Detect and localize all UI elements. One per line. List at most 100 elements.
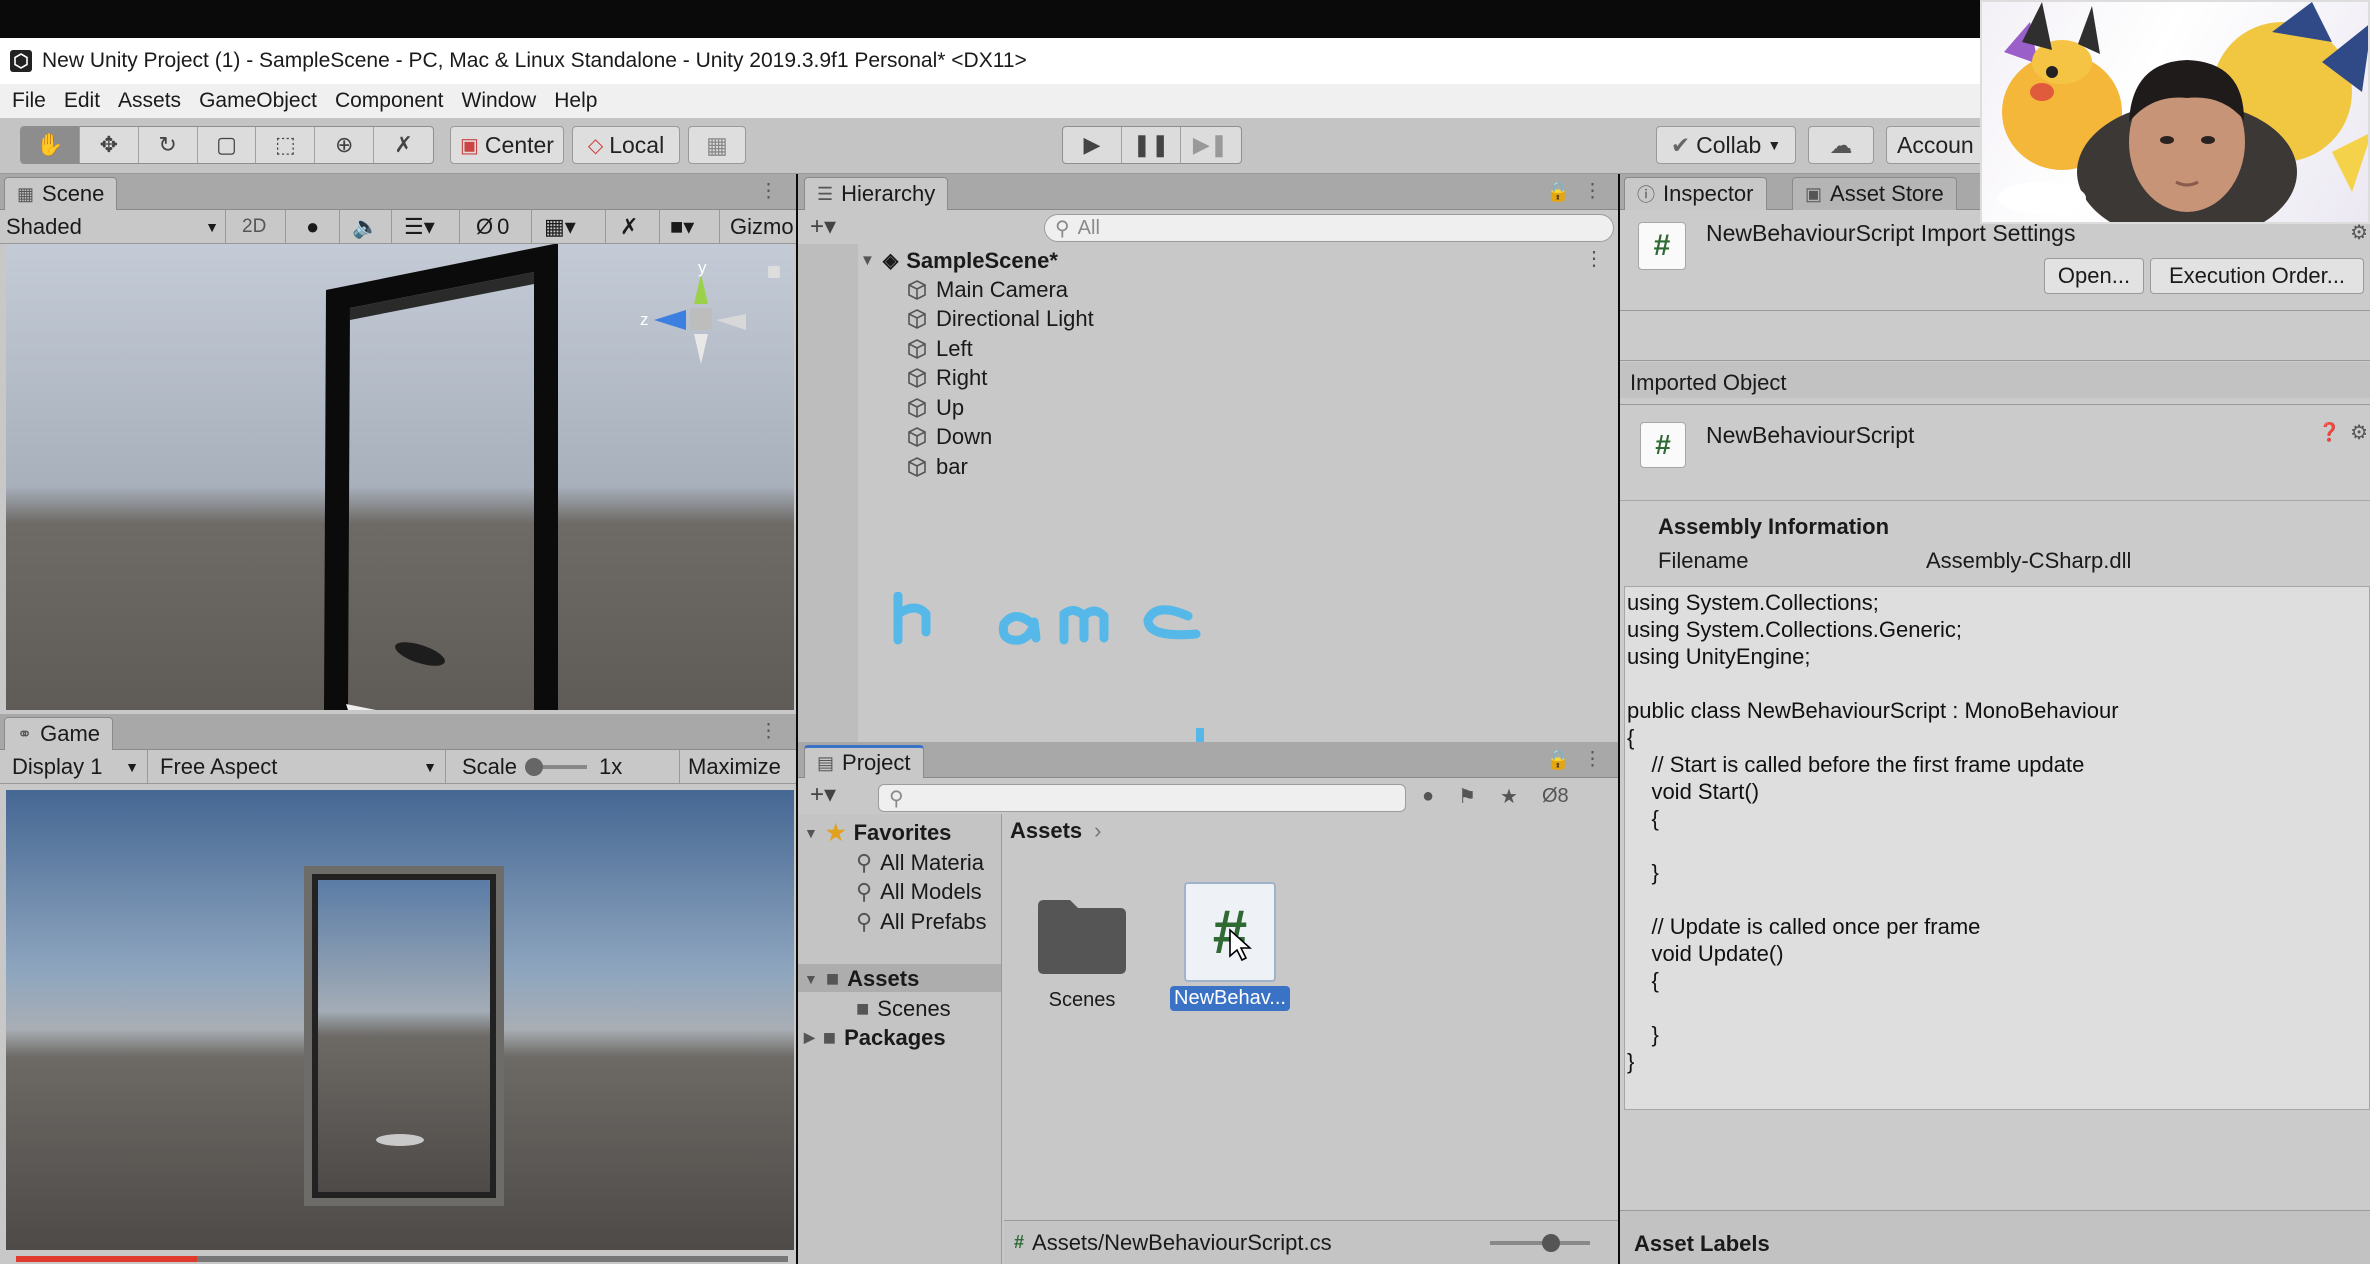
tools-icon[interactable]: ✗ (614, 210, 660, 243)
scene-gizmo[interactable]: y z (640, 258, 756, 384)
lighting-icon[interactable]: ● (300, 210, 340, 243)
lock-icon[interactable] (768, 266, 780, 278)
project-menu-icon[interactable]: ⋮ (1583, 748, 1602, 771)
scene-panel-menu-icon[interactable]: ⋮ (759, 180, 778, 203)
folder-icon: ▤ (817, 752, 835, 773)
gameobject-cube-icon (906, 397, 928, 419)
hierarchy-item-main-camera[interactable]: Main Camera (906, 275, 1068, 304)
effects-icon[interactable]: ☰▾ (398, 210, 460, 243)
transform-tool-icon[interactable]: ⊕ (315, 127, 375, 163)
filter-type-icon[interactable]: ● (1422, 785, 1434, 808)
favorite-all-materials[interactable]: ⚲ All Materia (856, 848, 984, 877)
breadcrumb-assets[interactable]: Assets (1010, 818, 1082, 844)
lock-icon[interactable]: 🔒 (1546, 748, 1570, 772)
collab-button[interactable]: ✔ Collab ▼ (1656, 126, 1796, 164)
display-dropdown[interactable]: Display 1 ▼ (0, 750, 148, 783)
menu-window[interactable]: Window (462, 89, 537, 113)
tab-inspector[interactable]: ⓘ Inspector (1624, 177, 1767, 210)
breadcrumb: Assets › (1004, 814, 1618, 848)
favorite-all-models[interactable]: ⚲ All Models (856, 877, 982, 906)
mouse-cursor-icon (1228, 928, 1253, 967)
gamepad-icon: ⚭ (17, 723, 33, 744)
hidden-packages-toggle[interactable]: Ø8 (1542, 785, 1569, 808)
favorite-all-prefabs[interactable]: ⚲ All Prefabs (856, 907, 987, 936)
project-search-input[interactable]: ⚲ (878, 784, 1406, 812)
gizmos-dropdown[interactable]: Gizmo (724, 210, 796, 243)
hierarchy-item-bar[interactable]: bar (906, 452, 968, 481)
tab-hierarchy[interactable]: ☰ Hierarchy (804, 177, 949, 210)
hierarchy-item-left[interactable]: Left (906, 334, 973, 363)
snap-button[interactable]: ▦ (688, 126, 746, 164)
gear-icon[interactable]: ⚙ (2350, 420, 2368, 445)
create-dropdown[interactable]: +▾ (810, 212, 836, 241)
unity-scene-icon: ◈ (882, 250, 899, 272)
favorites-row[interactable]: ▼ ★ Favorites (804, 818, 951, 847)
aspect-dropdown[interactable]: Free Aspect ▼ (150, 750, 446, 783)
custom-tool-icon[interactable]: ✗ (374, 127, 433, 163)
store-icon: ▣ (1805, 183, 1823, 204)
menu-component[interactable]: Component (335, 89, 444, 113)
local-icon: ◇ (587, 134, 604, 157)
menu-edit[interactable]: Edit (64, 89, 100, 113)
assets-folder-row[interactable]: ▼ ■ Assets (804, 964, 919, 993)
game-viewport[interactable] (6, 790, 794, 1250)
pause-icon[interactable]: ❚❚ (1122, 127, 1181, 163)
scene-menu-icon[interactable]: ⋮ (1584, 246, 1604, 271)
icon-size-slider[interactable] (1490, 1234, 1590, 1252)
execution-order-button[interactable]: Execution Order... (2150, 258, 2364, 294)
hierarchy-menu-icon[interactable]: ⋮ (1583, 180, 1602, 203)
scene-viewport[interactable]: y z (6, 244, 794, 710)
menu-help[interactable]: Help (554, 89, 597, 113)
menu-assets[interactable]: Assets (118, 89, 181, 113)
hidden-objects-toggle[interactable]: Ø 0 (470, 210, 532, 243)
move-tool-icon[interactable]: ✥ (80, 127, 139, 163)
game-panel-menu-icon[interactable]: ⋮ (759, 720, 778, 743)
2d-toggle[interactable]: 2D (236, 210, 286, 243)
menu-file[interactable]: File (12, 89, 46, 113)
hierarchy-item-up[interactable]: Up (906, 393, 964, 422)
inspector-header-title: NewBehaviourScript Import Settings (1706, 220, 2076, 246)
folder-icon (1038, 900, 1126, 974)
handwritten-annotation: name (886, 591, 1206, 652)
folder-icon: ■ (822, 1024, 837, 1050)
pivot-rotation-button[interactable]: ◇ Local (572, 126, 680, 164)
grid-snap-dropdown[interactable]: ▦▾ (538, 210, 606, 243)
lock-icon[interactable]: 🔒 (1546, 180, 1570, 204)
project-filters: ● ⚑ ★ Ø8 (1422, 784, 1569, 809)
cloud-button[interactable]: ☁ (1808, 126, 1874, 164)
open-button[interactable]: Open... (2044, 258, 2144, 294)
star-icon[interactable]: ★ (1500, 784, 1518, 809)
script-file-icon: # (1014, 1232, 1025, 1252)
tab-scene[interactable]: ▦ Scene (4, 177, 118, 210)
play-icon[interactable]: ▶ (1063, 127, 1122, 163)
scale-slider[interactable] (525, 757, 588, 776)
hierarchy-item-right[interactable]: Right (906, 363, 987, 392)
step-icon[interactable]: ▶❚ (1181, 127, 1240, 163)
camera-dropdown[interactable]: ■▾ (664, 210, 720, 243)
maximize-toggle[interactable]: Maximize (680, 750, 796, 783)
hand-tool-icon[interactable]: ✋ (21, 127, 80, 163)
asset-scenes-folder[interactable]: Scenes (1034, 896, 1130, 1012)
tab-project[interactable]: ▤ Project (804, 745, 924, 778)
hierarchy-item-down[interactable]: Down (906, 422, 992, 451)
pivot-center-button[interactable]: ▣ Center (450, 126, 564, 164)
rect-tool-icon[interactable]: ⬚ (256, 127, 316, 163)
menu-gameobject[interactable]: GameObject (199, 89, 317, 113)
scale-tool-icon[interactable]: ▢ (198, 127, 257, 163)
chevron-down-icon: ▼ (423, 758, 437, 775)
tab-game[interactable]: ⚭ Game (4, 717, 114, 750)
hierarchy-item-directional-light[interactable]: Directional Light (906, 304, 1094, 333)
rotate-tool-icon[interactable]: ↻ (139, 127, 198, 163)
packages-folder-row[interactable]: ▶ ■ Packages (804, 1023, 946, 1052)
label-icon[interactable]: ⚑ (1458, 784, 1476, 809)
shading-dropdown[interactable]: Shaded ▼ (0, 210, 226, 243)
create-dropdown[interactable]: +▾ (810, 780, 836, 809)
tab-asset-store[interactable]: ▣ Asset Store (1792, 177, 1957, 210)
hierarchy-search-input[interactable]: ⚲ All (1044, 214, 1614, 242)
scenes-folder-row[interactable]: ■ Scenes (856, 994, 951, 1023)
scene-row[interactable]: ▼ ◈ SampleScene* (860, 246, 1058, 275)
help-icon[interactable]: ❓ (2318, 422, 2340, 443)
chevron-down-icon: ▼ (1767, 137, 1782, 153)
video-progress-track[interactable] (16, 1256, 788, 1262)
audio-icon[interactable]: 🔈 (346, 210, 392, 243)
